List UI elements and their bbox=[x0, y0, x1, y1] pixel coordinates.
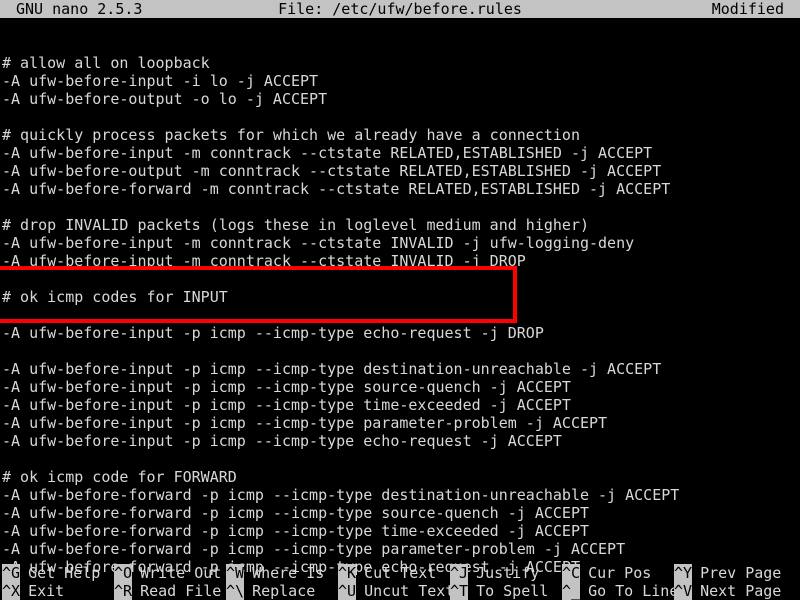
shortcut-replace[interactable]: ^\ Replace bbox=[226, 582, 315, 600]
shortcut-get-help[interactable]: ^G Get Help bbox=[2, 564, 100, 582]
editor-line: # ok icmp codes for INPUT bbox=[2, 288, 228, 306]
shortcut-label: Cut Text bbox=[364, 564, 437, 582]
shortcut-where-is[interactable]: ^W Where Is bbox=[226, 564, 324, 582]
shortcut-key: ^G bbox=[2, 564, 21, 582]
shortcut-go-to-line[interactable]: ^_ Go To Line bbox=[562, 582, 678, 600]
file-path-label: File: /etc/ufw/before.rules bbox=[278, 0, 522, 18]
shortcut-label: Get Help bbox=[28, 564, 101, 582]
editor-line: -A ufw-before-output -o lo -j ACCEPT bbox=[2, 90, 328, 108]
shortcut-row-secondary: ^X Exit ^R Read File ^\ Replace ^U Uncut Text ^T… bbox=[0, 582, 800, 600]
editor-line: -A ufw-before-input -p icmp --icmp-type … bbox=[2, 324, 544, 342]
editor-line: -A ufw-before-input -m conntrack --ctsta… bbox=[2, 234, 635, 252]
shortcut-key: ^J bbox=[450, 564, 469, 582]
editor-blank-line bbox=[0, 198, 800, 216]
editor-line: -A ufw-before-input -m conntrack --ctsta… bbox=[2, 252, 526, 270]
editor-line: # quickly process packets for which we a… bbox=[2, 126, 580, 144]
editor-line: # ok icmp code for FORWARD bbox=[2, 468, 237, 486]
editor-line: -A ufw-before-forward -p icmp --icmp-typ… bbox=[2, 486, 680, 504]
shortcut-key: ^\ bbox=[226, 582, 245, 600]
shortcut-key: ^C bbox=[562, 564, 581, 582]
shortcut-label: Exit bbox=[28, 582, 65, 600]
shortcut-label: Replace bbox=[252, 582, 316, 600]
shortcut-uncut-text[interactable]: ^U Uncut Text bbox=[338, 582, 454, 600]
shortcut-key: ^X bbox=[2, 582, 21, 600]
editor-line: -A ufw-before-forward -m conntrack --cts… bbox=[2, 180, 671, 198]
editor-text-area[interactable]: # allow all on loopback -A ufw-before-inp… bbox=[0, 54, 800, 576]
shortcut-prev-page[interactable]: ^Y Prev Page bbox=[674, 564, 781, 582]
shortcut-label: Cur Pos bbox=[588, 564, 652, 582]
titlebar: GNU nano 2.5.3 File: /etc/ufw/before.rul… bbox=[0, 0, 800, 18]
editor-line: # drop INVALID packets (logs these in lo… bbox=[2, 216, 589, 234]
shortcut-label: Prev Page bbox=[700, 564, 782, 582]
shortcut-key: ^Y bbox=[674, 564, 693, 582]
shortcut-key: ^W bbox=[226, 564, 245, 582]
shortcut-exit[interactable]: ^X Exit bbox=[2, 582, 64, 600]
editor-blank-line bbox=[0, 108, 800, 126]
shortcut-to-spell[interactable]: ^T To Spell bbox=[450, 582, 548, 600]
shortcut-row-primary: ^G Get Help ^O Write Out ^W Where Is ^K Cut Tex… bbox=[0, 564, 800, 582]
shortcut-key: ^V bbox=[674, 582, 693, 600]
editor-line: -A ufw-before-input -p icmp --icmp-type … bbox=[2, 360, 662, 378]
editor-line: -A ufw-before-input -p icmp --icmp-type … bbox=[2, 378, 571, 396]
editor-line: -A ufw-before-forward -p icmp --icmp-typ… bbox=[2, 540, 626, 558]
shortcut-write-out[interactable]: ^O Write Out bbox=[114, 564, 221, 582]
shortcut-label: Next Page bbox=[700, 582, 782, 600]
editor-line: -A ufw-before-forward -p icmp --icmp-typ… bbox=[2, 504, 589, 522]
editor-line: -A ufw-before-input -p icmp --icmp-type … bbox=[2, 396, 571, 414]
shortcut-help-bar: ^G Get Help ^O Write Out ^W Where Is ^K Cut Tex… bbox=[0, 564, 800, 600]
shortcut-key: ^K bbox=[338, 564, 357, 582]
shortcut-justify[interactable]: ^J Justify bbox=[450, 564, 539, 582]
editor-line: -A ufw-before-output -m conntrack --ctst… bbox=[2, 162, 662, 180]
terminal-window: GNU nano 2.5.3 File: /etc/ufw/before.rul… bbox=[0, 0, 800, 600]
shortcut-label: Uncut Text bbox=[364, 582, 455, 600]
shortcut-read-file[interactable]: ^R Read File bbox=[114, 582, 221, 600]
shortcut-key: ^_ bbox=[562, 582, 581, 600]
shortcut-next-page[interactable]: ^V Next Page bbox=[674, 582, 781, 600]
editor-blank-line bbox=[0, 342, 800, 360]
shortcut-label: To Spell bbox=[476, 582, 549, 600]
shortcut-key: ^U bbox=[338, 582, 357, 600]
editor-blank-line bbox=[0, 270, 800, 288]
editor-line: -A ufw-before-input -p icmp --icmp-type … bbox=[2, 432, 562, 450]
shortcut-label: Write Out bbox=[140, 564, 222, 582]
editor-line: # allow all on loopback bbox=[2, 54, 210, 72]
shortcut-label: Read File bbox=[140, 582, 222, 600]
editor-line: -A ufw-before-forward -p icmp --icmp-typ… bbox=[2, 522, 589, 540]
editor-line: -A ufw-before-input -m conntrack --ctsta… bbox=[2, 144, 653, 162]
editor-line: -A ufw-before-input -i lo -j ACCEPT bbox=[2, 72, 319, 90]
shortcut-label: Justify bbox=[476, 564, 540, 582]
editor-blank-line bbox=[0, 306, 800, 324]
shortcut-label: Go To Line bbox=[588, 582, 679, 600]
shortcut-key: ^T bbox=[450, 582, 469, 600]
shortcut-key: ^R bbox=[114, 582, 133, 600]
modified-status-badge: Modified bbox=[711, 0, 784, 18]
shortcut-key: ^O bbox=[114, 564, 133, 582]
shortcut-label: Where Is bbox=[252, 564, 325, 582]
shortcut-cut-text[interactable]: ^K Cut Text bbox=[338, 564, 436, 582]
shortcut-cur-pos[interactable]: ^C Cur Pos bbox=[562, 564, 651, 582]
editor-blank-line bbox=[0, 450, 800, 468]
editor-line: -A ufw-before-input -p icmp --icmp-type … bbox=[2, 414, 608, 432]
